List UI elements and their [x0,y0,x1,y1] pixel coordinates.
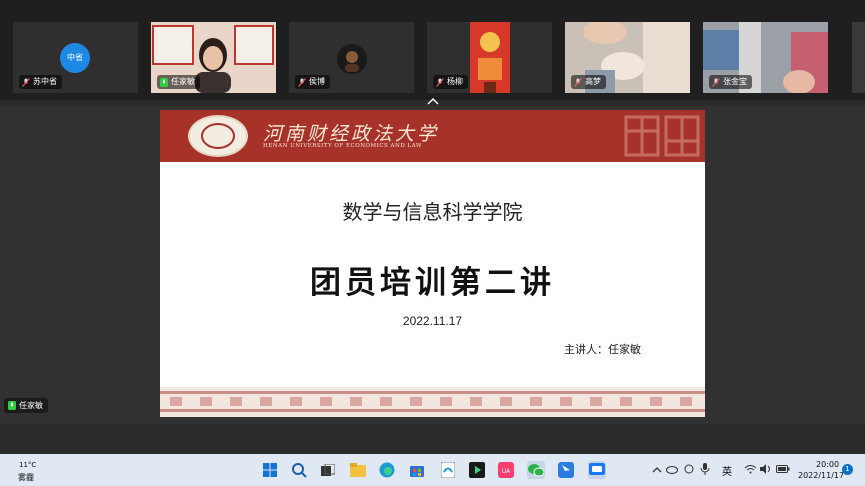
edge-browser-icon[interactable] [378,461,396,479]
chevron-up-icon[interactable] [426,96,440,106]
participant-tile[interactable]: 任家敏 [151,22,276,93]
chevron-up-icon[interactable] [652,466,662,473]
windows-taskbar: 11°C 雾霾 UA 英 20:00 2022/11/17 1 [0,454,865,486]
cloud-icon[interactable] [666,464,678,474]
notepad-icon[interactable] [439,461,457,479]
mic-muted-icon [436,77,444,87]
task-view-icon[interactable] [319,461,337,479]
university-seal-icon [188,115,248,157]
participant-name-tag: 张金宝 [709,75,752,89]
university-name-cn: 河南财经政法大学 [263,123,440,145]
feishu-icon[interactable] [557,461,575,479]
video-feed-image [470,22,510,93]
game-app-icon[interactable]: UA [497,461,515,479]
participant-name: 任家敏 [171,77,195,86]
next-participants-button[interactable] [852,22,865,93]
windows-start-icon[interactable] [261,461,279,479]
clock-time[interactable]: 20:00 [816,460,839,469]
avatar: 中省 [60,43,90,73]
wifi-icon[interactable] [744,464,757,474]
meeting-bottom-bar [0,424,865,454]
meeting-app-icon[interactable] [588,461,606,479]
sync-icon[interactable] [683,464,695,474]
file-explorer-icon[interactable] [349,461,367,479]
participant-tile[interactable]: 张金宝 [703,22,828,93]
slide-header: 河南财经政法大学 HENAN UNIVERSITY OF ECONOMICS A… [160,110,705,162]
media-player-icon[interactable] [468,461,486,479]
participant-strip: 中省 苏中省 任家敏 侯博 杨柳 高梦 张金宝 [0,0,865,100]
svg-text:UA: UA [502,468,511,475]
participant-name-tag: 侯博 [295,75,330,89]
mic-active-icon[interactable] [8,401,16,410]
participant-name-tag: 任家敏 [157,75,200,89]
university-name-en: HENAN UNIVERSITY OF ECONOMICS AND LAW [263,143,423,149]
mic-muted-icon [298,77,306,87]
weather-description[interactable]: 雾霾 [18,472,34,483]
participant-name: 张金宝 [723,77,747,86]
participant-name: 杨柳 [447,77,463,86]
college-name: 数学与信息科学学院 [342,200,523,224]
participant-name: 高梦 [585,77,601,86]
participant-tile[interactable]: 侯博 [289,22,414,93]
decorative-footer-pattern [160,387,705,417]
participant-tile[interactable]: 杨柳 [427,22,552,93]
participant-name-tag: 苏中省 [19,75,62,89]
lecture-date: 2022.11.17 [402,314,463,328]
shared-slide: 河南财经政法大学 HENAN UNIVERSITY OF ECONOMICS A… [160,110,705,417]
participant-name-tag: 高梦 [571,75,606,89]
avatar [337,44,367,74]
participant-name-tag: 杨柳 [433,75,468,89]
self-name: 任家敏 [19,401,43,410]
battery-icon[interactable] [776,465,790,473]
mic-muted-icon [712,77,720,87]
lecture-title: 团员培训第二讲 [310,265,555,301]
self-name-tag: 任家敏 [4,398,48,413]
clock-date[interactable]: 2022/11/17 [798,471,844,480]
store-icon[interactable] [408,461,426,479]
ime-indicator[interactable]: 英 [722,463,732,478]
participant-name: 侯博 [309,77,325,86]
participant-tile[interactable]: 中省 苏中省 [13,22,138,93]
volume-icon[interactable] [760,464,772,474]
mic-muted-icon [22,77,30,87]
emblem-pattern-icon [624,115,700,157]
microphone-icon[interactable] [700,463,710,475]
mic-active-icon [160,77,168,87]
wechat-icon[interactable] [527,461,545,479]
participant-tile[interactable]: 高梦 [565,22,690,93]
notification-badge[interactable]: 1 [842,464,853,475]
mic-muted-icon [574,77,582,87]
search-icon[interactable] [290,461,308,479]
speaker-label: 主讲人：任家敏 [564,343,641,356]
weather-temperature[interactable]: 11°C [19,461,36,469]
participant-name: 苏中省 [33,77,57,86]
